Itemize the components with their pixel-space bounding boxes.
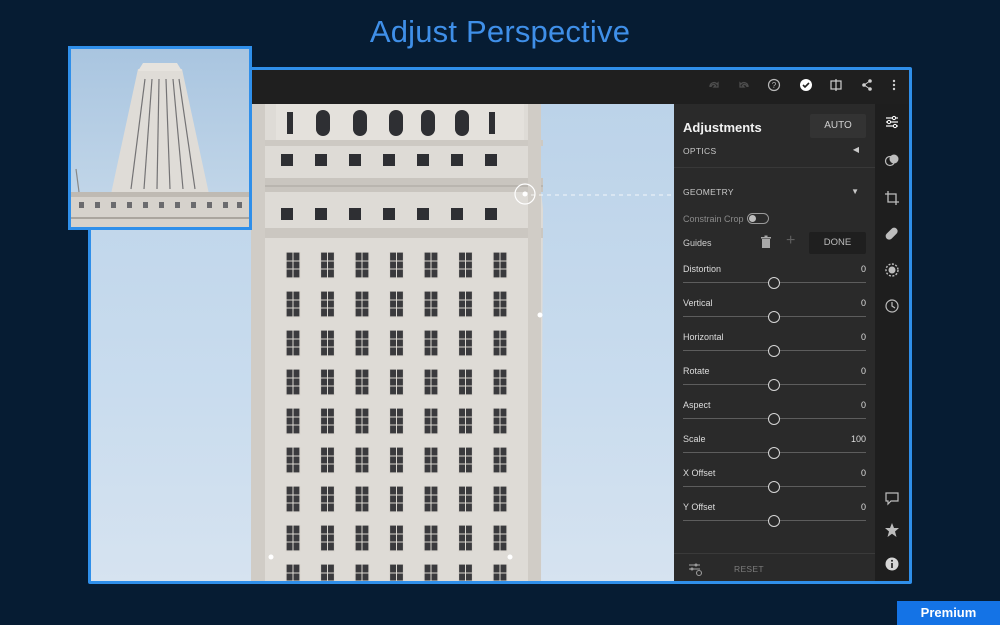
slider-y-offset[interactable]: Y Offset 0 xyxy=(674,502,875,536)
presets-icon[interactable] xyxy=(882,152,902,172)
done-check-icon[interactable] xyxy=(797,78,815,96)
before-thumbnail xyxy=(68,46,252,230)
comment-icon[interactable] xyxy=(882,490,902,510)
healing-icon[interactable] xyxy=(882,226,902,246)
history-icon[interactable] xyxy=(882,298,902,318)
crop-icon[interactable] xyxy=(882,190,902,210)
more-vertical-icon[interactable] xyxy=(885,78,903,96)
tool-rail xyxy=(875,104,909,581)
slider-thumb[interactable] xyxy=(768,345,780,357)
panel-footer: RESET xyxy=(674,553,875,581)
slider-thumb[interactable] xyxy=(768,379,780,391)
slider-distortion[interactable]: Distortion 0 xyxy=(674,264,875,298)
panel-title: Adjustments xyxy=(683,120,762,135)
help-icon[interactable]: ? xyxy=(765,78,783,96)
constrain-crop-label: Constrain Crop xyxy=(683,214,744,224)
slider-thumb[interactable] xyxy=(768,515,780,527)
slider-rotate[interactable]: Rotate 0 xyxy=(674,366,875,400)
slider-thumb[interactable] xyxy=(768,277,780,289)
caret-left-icon[interactable]: ◀ xyxy=(853,145,859,154)
slider-scale[interactable]: Scale 100 xyxy=(674,434,875,468)
page-headline: Adjust Perspective xyxy=(369,14,631,49)
auto-button[interactable]: AUTO xyxy=(810,114,866,138)
slider-thumb[interactable] xyxy=(768,413,780,425)
adjustments-panel: Adjustments AUTO OPTICS ◀ GEOMETRY ▼ Con… xyxy=(674,104,875,581)
trash-icon[interactable] xyxy=(759,235,773,249)
previous-settings-icon[interactable] xyxy=(685,561,705,579)
svg-text:?: ? xyxy=(772,81,777,90)
slider-horizontal[interactable]: Horizontal 0 xyxy=(674,332,875,366)
edit-sliders-icon[interactable] xyxy=(882,114,902,134)
redo-icon[interactable] xyxy=(705,78,723,96)
slider-vertical[interactable]: Vertical 0 xyxy=(674,298,875,332)
slider-thumb[interactable] xyxy=(768,481,780,493)
add-guide-icon[interactable]: + xyxy=(786,233,800,249)
undo-icon[interactable] xyxy=(735,78,753,96)
guides-done-button[interactable]: DONE xyxy=(809,232,866,254)
slider-x-offset[interactable]: X Offset 0 xyxy=(674,468,875,502)
compare-icon[interactable] xyxy=(827,78,845,96)
caret-down-icon[interactable]: ▼ xyxy=(851,187,859,196)
constrain-crop-toggle[interactable] xyxy=(747,213,769,224)
rating-star-icon[interactable] xyxy=(882,522,902,542)
optics-section-header[interactable]: OPTICS xyxy=(683,146,716,156)
reset-button[interactable]: RESET xyxy=(734,564,764,574)
slider-aspect[interactable]: Aspect 0 xyxy=(674,400,875,434)
selective-icon[interactable] xyxy=(882,262,902,282)
share-icon[interactable] xyxy=(858,78,876,96)
guides-label: Guides xyxy=(683,238,712,248)
info-icon[interactable] xyxy=(882,556,902,576)
slider-thumb[interactable] xyxy=(768,311,780,323)
premium-badge: Premium xyxy=(897,601,1000,625)
geometry-section-header[interactable]: GEOMETRY xyxy=(683,187,734,197)
section-divider xyxy=(674,167,875,168)
slider-thumb[interactable] xyxy=(768,447,780,459)
